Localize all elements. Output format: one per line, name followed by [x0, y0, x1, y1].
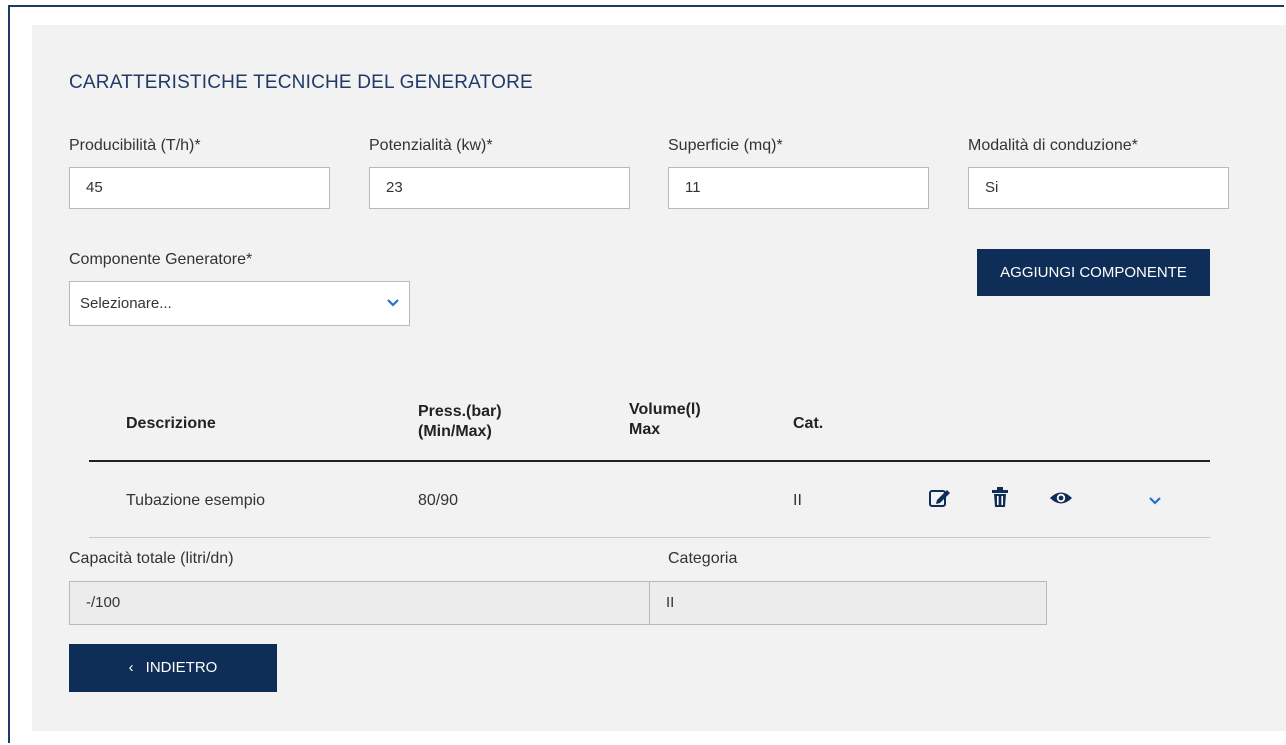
chevron-down-icon: [387, 299, 399, 307]
back-button-label: INDIETRO: [145, 659, 218, 676]
componente-select-value: Selezionare...: [80, 295, 172, 312]
capacity-field: -/100: [69, 581, 650, 625]
row-descrizione: Tubazione esempio: [126, 492, 266, 509]
producibilita-label: Producibilità (T/h)*: [69, 137, 201, 154]
componente-select[interactable]: Selezionare...: [69, 281, 410, 326]
potenzialita-label: Potenzialità (kw)*: [369, 137, 493, 154]
back-button[interactable]: ‹ INDIETRO: [69, 644, 277, 692]
col-header-volume-line1: Volume(l): [629, 401, 701, 418]
col-header-descrizione: Descrizione: [126, 415, 216, 432]
col-header-cat: Cat.: [793, 415, 824, 432]
table-header-divider: [89, 460, 1210, 462]
trash-icon[interactable]: [991, 486, 1009, 508]
capacity-label: Capacità totale (litri/dn): [69, 550, 234, 567]
edit-icon[interactable]: [928, 487, 952, 509]
modalita-input[interactable]: Si: [968, 167, 1229, 209]
superficie-input[interactable]: 11: [668, 167, 929, 209]
col-header-press: Press.(bar) (Min/Max): [418, 402, 502, 442]
row-press: 80/90: [418, 492, 459, 509]
col-header-press-line1: Press.(bar): [418, 403, 502, 420]
chevron-left-icon: ‹: [128, 659, 134, 676]
col-header-volume-line2: Max: [629, 421, 661, 438]
col-header-press-line2: (Min/Max): [418, 423, 492, 440]
category-field: II: [649, 581, 1047, 625]
section-title: CARATTERISTICHE TECNICHE DEL GENERATORE: [69, 72, 533, 93]
table-row-divider: [89, 537, 1210, 538]
chevron-down-icon[interactable]: [1148, 495, 1162, 507]
potenzialita-input[interactable]: 23: [369, 167, 630, 209]
row-cat: II: [793, 492, 802, 509]
modalita-label: Modalità di conduzione*: [968, 137, 1138, 154]
superficie-label: Superficie (mq)*: [668, 137, 783, 154]
form-panel: [32, 25, 1286, 731]
col-header-volume: Volume(l) Max: [629, 400, 701, 440]
eye-icon[interactable]: [1049, 490, 1073, 506]
add-component-button[interactable]: AGGIUNGI COMPONENTE: [977, 249, 1210, 296]
category-label: Categoria: [668, 550, 738, 567]
producibilita-input[interactable]: 45: [69, 167, 330, 209]
componente-label: Componente Generatore*: [69, 251, 253, 268]
